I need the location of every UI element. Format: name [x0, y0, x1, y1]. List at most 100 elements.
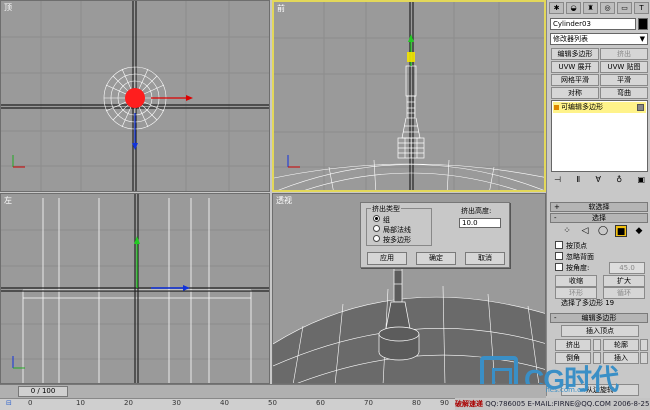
make-unique-icon[interactable]: ∀ [596, 175, 601, 187]
modifier-button[interactable]: UVW 展开 [551, 61, 599, 73]
extrusion-height-spinner[interactable]: 10.0 [459, 218, 501, 228]
top-view-canvas [1, 1, 269, 191]
tick-label: 70 [364, 399, 373, 407]
minus-icon: - [554, 214, 557, 222]
modifier-button[interactable]: 平滑 [600, 74, 648, 86]
by-vertex-checkbox[interactable]: 按顶点 [555, 241, 587, 251]
pin-stack-icon[interactable]: ⊣ [554, 175, 561, 187]
rollout-selection[interactable]: - 选择 [550, 213, 648, 223]
viewport-front[interactable]: 前 [272, 0, 546, 192]
polygon-level-icon[interactable]: ■ [615, 225, 627, 237]
by-angle-checkbox[interactable]: 按角度: [555, 263, 589, 273]
front-view-canvas [274, 2, 544, 190]
time-slider[interactable]: 0 / 100 [0, 384, 546, 398]
stack-item-editable-poly[interactable]: 可编辑多边形 [553, 102, 646, 113]
subobject-level-icons: ⁘ ◁ ◯ ■ ◆ [561, 225, 645, 237]
outline-settings-button[interactable] [640, 339, 648, 351]
element-level-icon[interactable]: ◆ [633, 225, 645, 237]
rollout-title: 软选择 [588, 203, 610, 211]
rollout-edit-polygons[interactable]: - 编辑多边形 [550, 313, 648, 323]
modifier-button[interactable]: 编辑多边形 [551, 48, 599, 60]
object-color-swatch[interactable] [638, 18, 648, 30]
modifier-button[interactable]: 网格平滑 [551, 74, 599, 86]
viewport-top[interactable]: 顶 [0, 0, 270, 192]
viewport-label-left[interactable]: 左 [4, 195, 12, 206]
credit-label: 破解速递 [455, 400, 483, 408]
viewport-left[interactable]: 左 [0, 193, 270, 384]
ring-button[interactable]: 环形 [555, 287, 597, 299]
radio-by-polygon[interactable]: 按多边形 [373, 235, 411, 245]
ok-button[interactable]: 确定 [416, 252, 456, 265]
rollout-title: 选择 [592, 214, 606, 222]
modifier-button[interactable]: 挤出 [600, 48, 648, 60]
tower-front-wireframe [397, 65, 425, 159]
insert-vertex-button[interactable]: 插入顶点 [561, 325, 639, 337]
angle-spinner[interactable]: 45.0 [609, 262, 645, 274]
modify-tab-icon[interactable]: ◒ [566, 2, 581, 14]
extrusion-height-label: 挤出高度: [461, 207, 492, 215]
tick-label: 80 [412, 399, 421, 407]
command-panel-tabs: ✱ ◒ ♜ ◎ ▭ T [549, 2, 649, 14]
viewport-label-top[interactable]: 顶 [4, 2, 12, 13]
command-panel: ✱ ◒ ♜ ◎ ▭ T Cylinder03 修改器列表 ▼ 编辑多边形 挤出 … [546, 0, 650, 396]
track-bar-icon[interactable]: ⊟ [6, 399, 12, 407]
lightbulb-icon[interactable] [637, 104, 644, 111]
credit-banner: 破解速递 QQ:786005 E-MAIL:FIRNE@QQ.COM 2006-… [455, 398, 650, 410]
ignore-backfacing-checkbox[interactable]: 忽略背面 [555, 252, 594, 262]
motion-tab-icon[interactable]: ◎ [600, 2, 615, 14]
tick-label: 10 [76, 399, 85, 407]
rollout-title: 编辑多边形 [581, 314, 617, 322]
loop-button[interactable]: 循环 [603, 287, 645, 299]
axis-tripod-front [287, 155, 300, 168]
radio-group[interactable]: 组 [373, 215, 390, 225]
modifier-button[interactable]: 弯曲 [600, 87, 648, 99]
minus-icon: - [554, 314, 557, 322]
remove-modifier-icon[interactable]: ♁ [616, 175, 622, 187]
hierarchy-tab-icon[interactable]: ♜ [583, 2, 598, 14]
tick-label: 20 [124, 399, 133, 407]
shrink-button[interactable]: 收缩 [555, 275, 597, 287]
radio-local-normal[interactable]: 局部法线 [373, 225, 411, 235]
show-end-result-icon[interactable]: Ⅱ [576, 175, 580, 187]
modifier-stack: 可编辑多边形 [551, 100, 648, 172]
3dsmax-window: 顶 前 左 透视 挤出类型 组 局部法线 按多边形 挤出高度: 10.0 应用 … [0, 0, 650, 410]
selected-polygons-top [125, 88, 145, 108]
left-view-canvas [1, 194, 269, 383]
tick-label: 60 [316, 399, 325, 407]
tick-label: 40 [220, 399, 229, 407]
rollout-soft-selection[interactable]: + 软选择 [550, 202, 648, 212]
configure-sets-icon[interactable]: ▣ [637, 175, 645, 187]
tick-label: 50 [268, 399, 277, 407]
time-slider-thumb[interactable]: 0 / 100 [18, 386, 68, 397]
utilities-tab-icon[interactable]: T [634, 2, 649, 14]
modifier-list-label: 修改器列表 [553, 35, 588, 43]
modifier-button[interactable]: UVW 贴图 [600, 61, 648, 73]
object-name-field[interactable]: Cylinder03 [550, 18, 636, 30]
extrusion-type-group: 挤出类型 组 局部法线 按多边形 [366, 204, 432, 246]
viewport-label-perspective[interactable]: 透视 [276, 195, 292, 206]
border-level-icon[interactable]: ◯ [597, 225, 609, 237]
vertex-level-icon[interactable]: ⁘ [561, 225, 573, 237]
extrusion-type-label: 挤出类型 [371, 204, 401, 214]
grow-button[interactable]: 扩大 [603, 275, 645, 287]
expand-icon[interactable] [554, 105, 559, 110]
modifier-list-dropdown[interactable]: 修改器列表 ▼ [550, 33, 648, 45]
apply-button[interactable]: 应用 [367, 252, 407, 265]
tick-label: 0 [28, 399, 33, 407]
stack-toolbar: ⊣ Ⅱ ∀ ♁ ▣ [551, 175, 648, 187]
viewport-label-front[interactable]: 前 [277, 3, 285, 14]
credit-text: QQ:786005 E-MAIL:FIRNE@QQ.COM 2006-8-25 [485, 400, 650, 408]
plus-icon: + [554, 203, 560, 211]
inset-settings-button[interactable] [640, 352, 648, 364]
cancel-button[interactable]: 取消 [465, 252, 505, 265]
chevron-down-icon: ▼ [639, 35, 645, 43]
display-tab-icon[interactable]: ▭ [617, 2, 632, 14]
modifier-button[interactable]: 对称 [551, 87, 599, 99]
axis-tripod-top [12, 155, 25, 168]
create-tab-icon[interactable]: ✱ [549, 2, 564, 14]
edge-level-icon[interactable]: ◁ [579, 225, 591, 237]
tick-label: 90 [440, 399, 449, 407]
extrude-polygons-dialog: 挤出类型 组 局部法线 按多边形 挤出高度: 10.0 应用 确定 取消 [360, 202, 510, 268]
selection-status: 选择了多边形 19 [561, 299, 615, 307]
stack-item-label: 可编辑多边形 [561, 103, 603, 111]
